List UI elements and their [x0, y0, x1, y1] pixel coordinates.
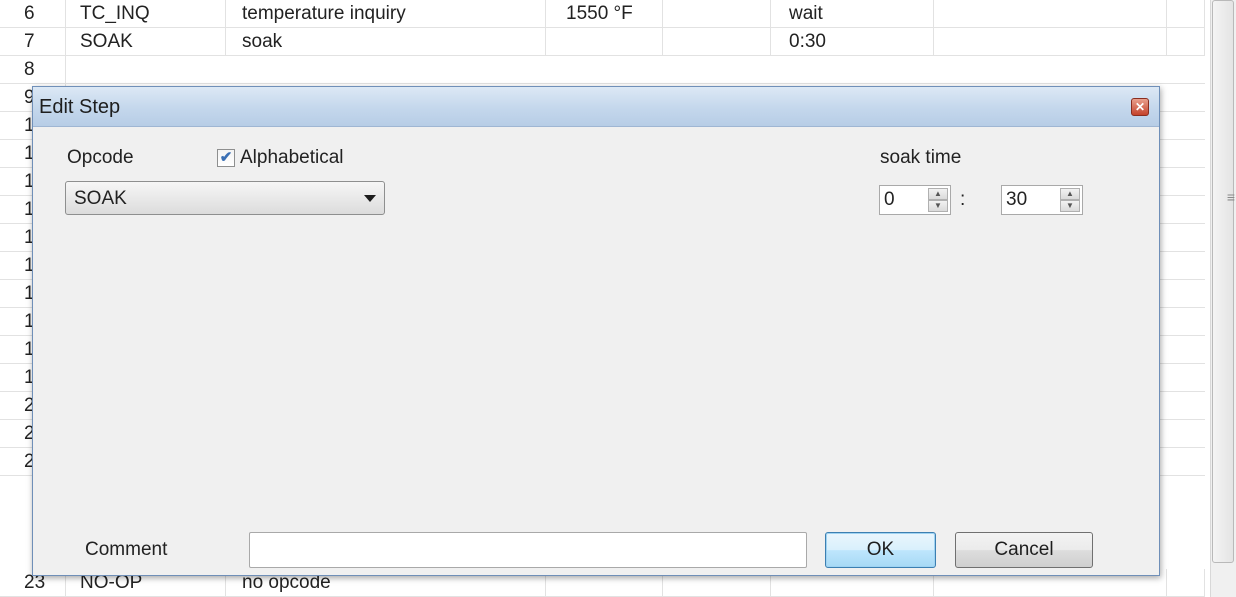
table-row[interactable]: 7 SOAK soak 0:30: [0, 28, 1205, 56]
spin-buttons: ▲ ▼: [928, 188, 948, 212]
dialog-body: Opcode ✔ Alphabetical SOAK soak time 0 ▲…: [33, 127, 1159, 575]
arrow-up-icon: ▲: [1066, 189, 1074, 198]
spin-up-button[interactable]: ▲: [928, 188, 948, 200]
comment-input[interactable]: [249, 532, 807, 568]
step-cell: [1167, 0, 1205, 28]
opcode-selected-value: SOAK: [74, 188, 127, 209]
ok-button[interactable]: OK: [825, 532, 936, 568]
edit-step-dialog: Edit Step ✕ Opcode ✔ Alphabetical SOAK s…: [32, 86, 1160, 576]
step-cell: [934, 28, 1167, 56]
spin-up-button[interactable]: ▲: [1060, 188, 1080, 200]
soak-hours-spinner[interactable]: 0 ▲ ▼: [879, 185, 951, 215]
opcode-dropdown[interactable]: SOAK: [65, 181, 385, 215]
comment-label: Comment: [85, 539, 168, 560]
close-icon: ✕: [1134, 100, 1146, 114]
step-temperature: 1550 °F: [546, 0, 663, 28]
table-row[interactable]: 8: [0, 56, 1205, 84]
soak-time-label: soak time: [880, 147, 962, 168]
step-parameter: 0:30: [771, 28, 934, 56]
grip-icon: ≡: [1226, 189, 1236, 205]
spin-down-button[interactable]: ▼: [1060, 200, 1080, 212]
alphabetical-checkbox[interactable]: ✔: [217, 149, 235, 167]
time-separator: :: [960, 189, 966, 210]
step-description: temperature inquiry: [226, 0, 546, 28]
soak-minutes-value[interactable]: 30: [1006, 189, 1027, 211]
step-temperature: [546, 28, 663, 56]
soak-minutes-spinner[interactable]: 30 ▲ ▼: [1001, 185, 1083, 215]
step-description: soak: [226, 28, 546, 56]
spin-buttons: ▲ ▼: [1060, 188, 1080, 212]
step-cell: [1167, 28, 1205, 56]
table-row[interactable]: 6 TC_INQ temperature inquiry 1550 °F wai…: [0, 0, 1205, 28]
scrollbar-thumb[interactable]: [1212, 0, 1234, 563]
dialog-title: Edit Step: [39, 96, 121, 118]
step-opcode: TC_INQ: [66, 0, 226, 28]
step-cell: [934, 0, 1167, 28]
step-opcode: SOAK: [66, 28, 226, 56]
alphabetical-label[interactable]: Alphabetical: [240, 147, 344, 169]
step-number: 8: [14, 56, 66, 84]
close-button[interactable]: ✕: [1131, 98, 1149, 116]
arrow-down-icon: ▼: [934, 201, 942, 210]
step-number: 7: [14, 28, 66, 56]
soak-hours-value[interactable]: 0: [884, 189, 895, 211]
opcode-label: Opcode: [67, 147, 134, 168]
step-cell: [663, 28, 771, 56]
arrow-down-icon: ▼: [1066, 201, 1074, 210]
step-number: 6: [14, 0, 66, 28]
check-icon: ✔: [219, 149, 233, 166]
chevron-down-icon: [364, 195, 376, 202]
arrow-up-icon: ▲: [934, 189, 942, 198]
spin-down-button[interactable]: ▼: [928, 200, 948, 212]
step-cell: [663, 0, 771, 28]
cancel-button[interactable]: Cancel: [955, 532, 1093, 568]
step-parameter: wait: [771, 0, 934, 28]
step-cell: [1167, 569, 1205, 597]
dialog-titlebar[interactable]: Edit Step ✕: [33, 87, 1159, 127]
